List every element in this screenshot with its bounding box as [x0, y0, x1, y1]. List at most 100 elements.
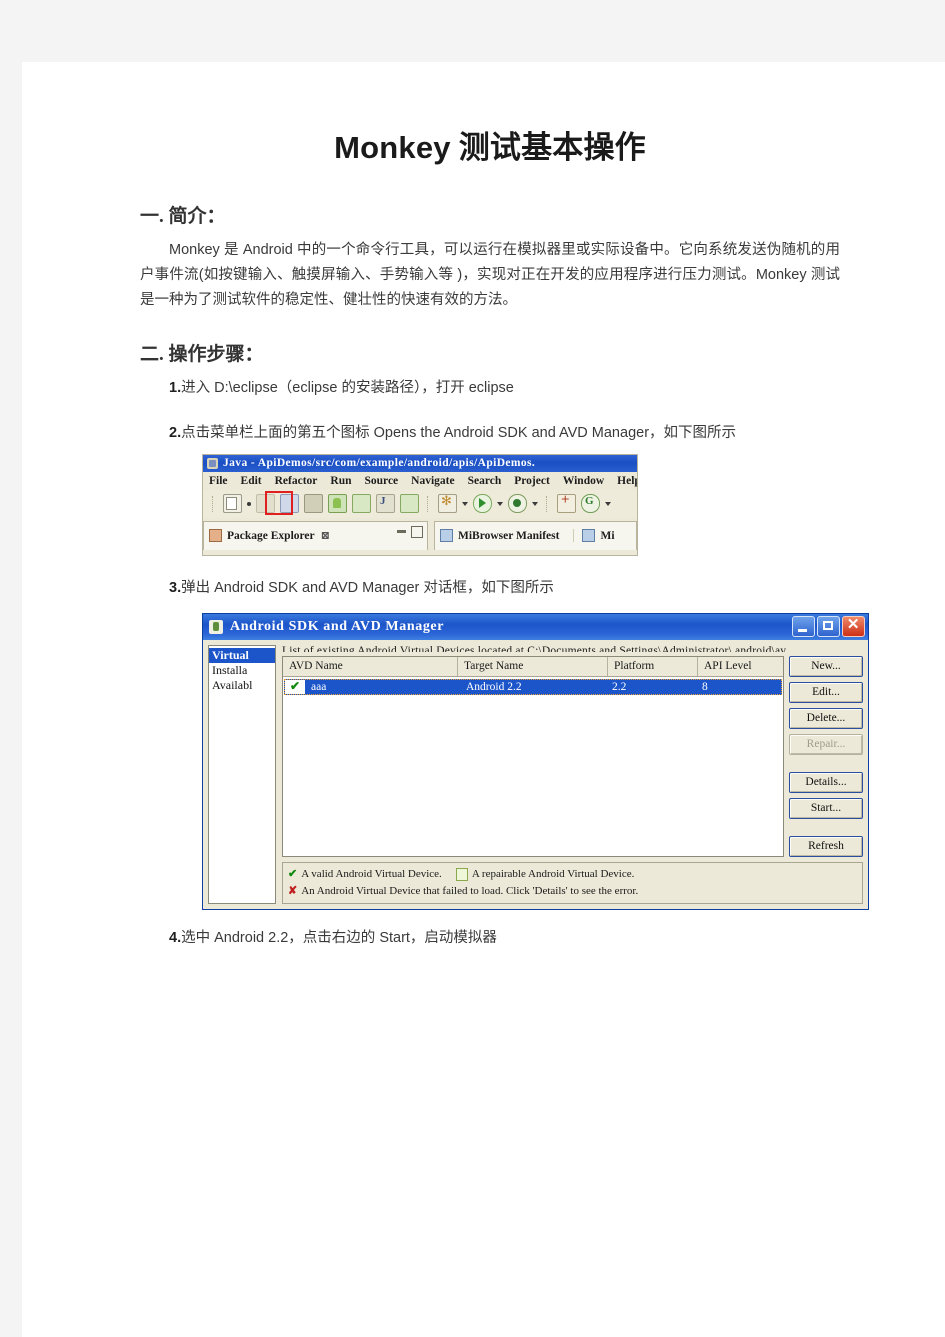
column-header-avd-name[interactable]: AVD Name	[283, 656, 458, 676]
avd-legend: ✔ A valid Android Virtual Device. A repa…	[282, 861, 863, 904]
step-2: 2.点击菜单栏上面的第五个图标 Opens the Android SDK an…	[140, 421, 840, 446]
package-explorer-icon	[209, 529, 222, 543]
valid-check-icon: ✔	[285, 679, 305, 694]
dropdown-caret-icon[interactable]	[605, 501, 611, 506]
toolbar-separator	[212, 495, 215, 512]
android-icon	[209, 619, 223, 634]
menu-item-run[interactable]: Run	[330, 475, 351, 487]
repair-button: Repair...	[789, 733, 863, 755]
menu-item-navigate[interactable]: Navigate	[411, 475, 454, 487]
legend-repairable-text: A repairable Android Virtual Device.	[471, 867, 635, 880]
avd-body: Virtual Installa Availabl List of existi…	[203, 639, 868, 909]
dropdown-caret-icon[interactable]	[462, 501, 468, 506]
step-4-number: 4.	[169, 929, 182, 946]
avd-table-header: AVD Name Target Name Platform API Level	[283, 656, 783, 677]
column-header-api-level[interactable]: API Level	[698, 657, 783, 676]
step-3-number: 3.	[169, 579, 182, 596]
eclipse-screenshot: Java - ApiDemos/src/com/example/android/…	[202, 453, 638, 556]
new-button[interactable]: New...	[789, 655, 863, 677]
toolbar-separator	[546, 495, 549, 512]
print-icon[interactable]	[304, 494, 323, 514]
menu-item-project[interactable]: Project	[514, 475, 550, 487]
delete-button[interactable]: Delete...	[789, 707, 863, 729]
failed-x-icon: ✘	[288, 884, 298, 897]
eclipse-toolbar	[203, 489, 637, 518]
menu-item-window[interactable]: Window	[563, 475, 604, 487]
javadoc-icon[interactable]	[376, 494, 395, 514]
maximize-icon[interactable]	[411, 525, 423, 538]
page-title-latin: Monkey	[334, 130, 451, 165]
tab-package-explorer[interactable]: Package Explorer ⊠	[203, 520, 428, 550]
menu-item-help[interactable]: Help	[617, 475, 637, 487]
legend-valid-text: A valid Android Virtual Device.	[301, 867, 442, 880]
eclipse-title-bar: Java - ApiDemos/src/com/example/android/…	[203, 454, 637, 472]
step-2-number: 2.	[169, 424, 182, 441]
tab-secondary[interactable]: Mi	[573, 529, 615, 543]
menu-item-file[interactable]: File	[209, 475, 228, 487]
close-button[interactable]: ✕	[842, 616, 865, 638]
external-tools-icon[interactable]	[438, 493, 457, 514]
menu-item-search[interactable]: Search	[468, 475, 502, 487]
step-2-text: 点击菜单栏上面的第五个图标 Opens the Android SDK and …	[181, 424, 737, 441]
section-one-paragraph: Monkey 是 Android 中的一个命令行工具，可以运行在模拟器里或实际设…	[140, 242, 840, 308]
eclipse-title-text: Java - ApiDemos/src/com/example/android/…	[223, 457, 536, 470]
tab-mibrowser-manifest[interactable]: MiBrowser Manifest Mi	[434, 520, 637, 550]
run-icon[interactable]	[473, 494, 492, 514]
sidebar-item-available[interactable]: Availabl	[209, 678, 275, 693]
sidebar-item-installed[interactable]: Installa	[209, 663, 275, 678]
document-content: Monkey 测试基本操作 一. 简介： Monkey 是 Android 中的…	[140, 122, 869, 955]
android-sdk-avd-manager-icon[interactable]	[328, 494, 347, 514]
step-4-text: 选中 Android 2.2，点击右边的 Start，启动模拟器	[181, 929, 497, 946]
page-title-cjk: 测试基本操作	[458, 130, 646, 165]
step-4: 4.选中 Android 2.2，点击右边的 Start，启动模拟器	[140, 926, 840, 951]
step-1-text: 进入 D:\eclipse（eclipse 的安装路径），打开 eclipse	[181, 379, 514, 396]
dropdown-caret-icon[interactable]	[532, 501, 538, 506]
highlight-rectangle	[265, 490, 293, 515]
tab-package-explorer-label: Package Explorer	[227, 529, 315, 542]
new-wizard-icon[interactable]	[223, 494, 242, 514]
eclipse-app-icon	[207, 457, 218, 469]
legend-line-failed: ✘ An Android Virtual Device that failed …	[288, 883, 857, 900]
menu-item-edit[interactable]: Edit	[241, 475, 262, 487]
maximize-button[interactable]	[817, 616, 840, 638]
edit-button[interactable]: Edit...	[789, 681, 863, 703]
sidebar-item-virtual[interactable]: Virtual	[209, 647, 275, 663]
avd-title-text: Android SDK and AVD Manager	[230, 618, 445, 634]
tab-mibrowser-manifest-label: MiBrowser Manifest	[458, 529, 560, 542]
minimize-icon[interactable]	[397, 530, 406, 534]
debug-icon[interactable]	[508, 494, 527, 514]
manifest-icon	[440, 529, 453, 543]
toolbar-separator	[427, 495, 430, 512]
avd-list-label: List of existing Android Virtual Devices…	[282, 644, 787, 652]
dropdown-caret-icon[interactable]	[247, 501, 251, 506]
minimize-icon	[798, 629, 807, 633]
legend-line-valid: ✔ A valid Android Virtual Device. A repa…	[288, 866, 857, 883]
start-button[interactable]: Start...	[789, 797, 863, 819]
legend-failed-text: An Android Virtual Device that failed to…	[301, 884, 639, 897]
minimize-button[interactable]	[792, 616, 815, 638]
android-ddms-icon[interactable]	[400, 494, 419, 514]
coverage-icon[interactable]	[557, 492, 576, 514]
menu-item-source[interactable]: Source	[365, 475, 399, 487]
column-header-target-name[interactable]: Target Name	[458, 656, 608, 676]
close-icon[interactable]: ⊠	[321, 529, 330, 542]
dropdown-caret-icon[interactable]	[497, 501, 503, 506]
section-one-heading: 一. 简介：	[140, 206, 226, 227]
details-button[interactable]: Details...	[789, 771, 863, 793]
column-header-platform[interactable]: Platform	[608, 656, 698, 676]
android-sdk-manager-icon[interactable]	[352, 494, 371, 514]
table-row[interactable]: ✔ aaa Android 2.2 2.2 8	[284, 678, 782, 695]
avd-button-column: New... Edit... Delete... Repair... Detai…	[789, 655, 863, 857]
refresh-button[interactable]: Refresh	[789, 835, 863, 857]
avd-manager-screenshot: Android SDK and AVD Manager ✕ Virtual In…	[202, 612, 869, 910]
page-title: Monkey 测试基本操作	[140, 122, 840, 167]
avd-table: AVD Name Target Name Platform API Level …	[282, 655, 784, 857]
maximize-icon	[823, 621, 833, 631]
menu-item-refactor[interactable]: Refactor	[275, 475, 318, 487]
cell-platform: 2.2	[612, 680, 627, 693]
git-icon[interactable]	[581, 494, 600, 514]
